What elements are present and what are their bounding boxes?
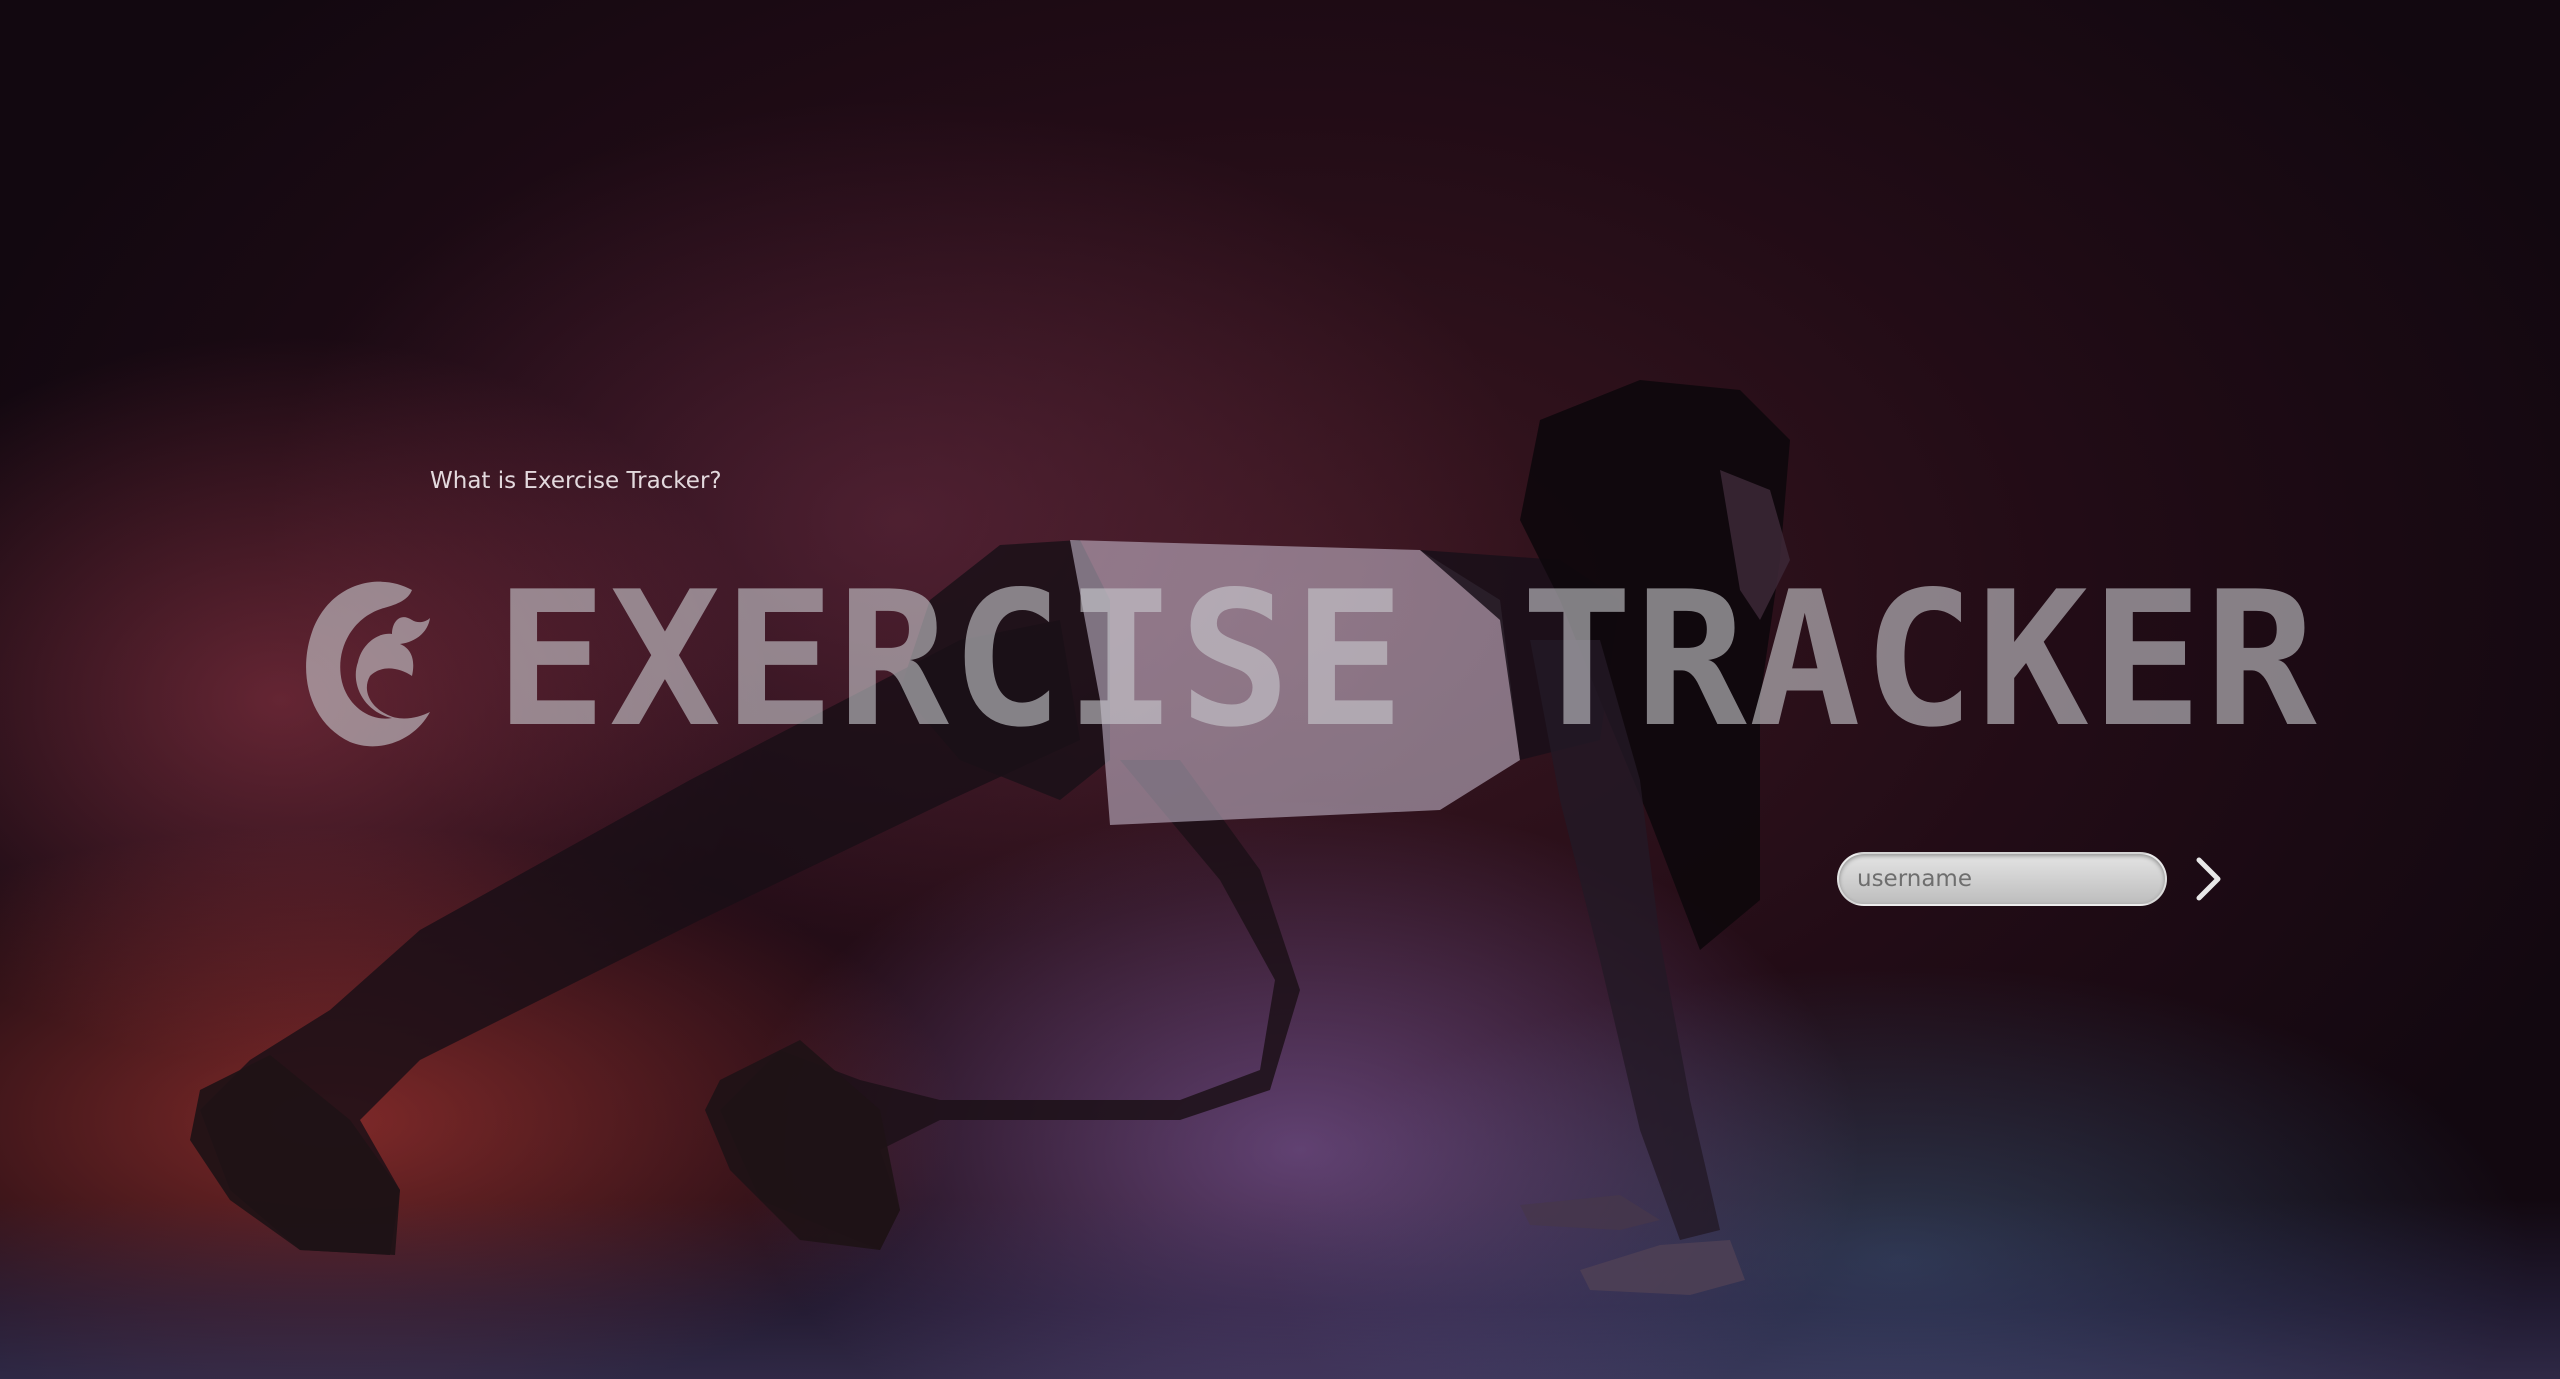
chevron-right-icon xyxy=(2196,857,2221,901)
what-is-exercise-tracker-link[interactable]: What is Exercise Tracker? xyxy=(430,468,722,494)
username-input[interactable] xyxy=(1837,852,2167,906)
landing-page: What is Exercise Tracker? EXERCISE TRACK… xyxy=(0,0,2560,1379)
app-title: EXERCISE TRACKER xyxy=(495,551,2319,768)
login-form xyxy=(1837,852,2229,906)
flexed-arm-logo-icon xyxy=(306,581,430,747)
submit-button[interactable] xyxy=(2189,852,2229,906)
